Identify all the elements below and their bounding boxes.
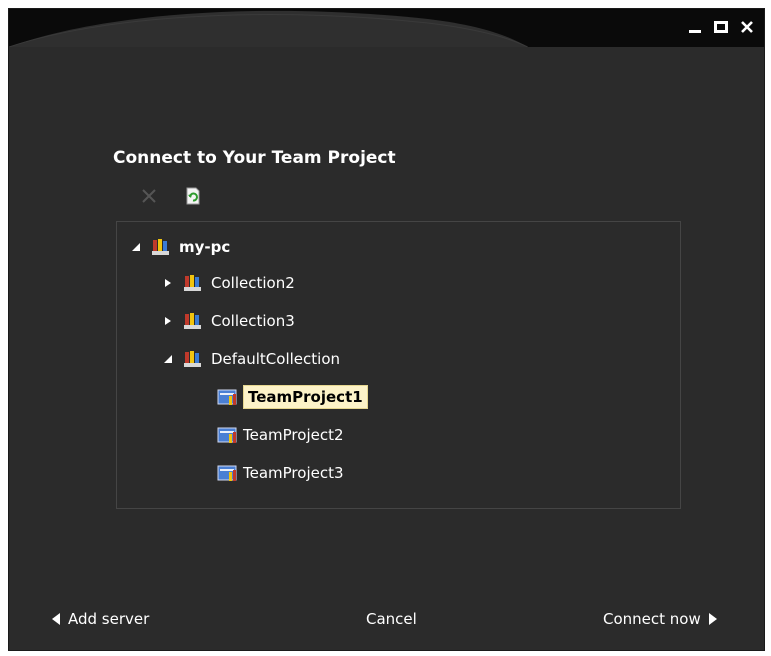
tree-node-label: TeamProject3: [243, 464, 344, 482]
tree-node-server[interactable]: my-pc: [127, 234, 230, 260]
minimize-icon[interactable]: [683, 15, 707, 39]
tree-node-project[interactable]: TeamProject2: [217, 422, 344, 448]
team-project-icon: [217, 464, 239, 482]
title-bar: [9, 9, 764, 47]
server-icon: [151, 237, 171, 257]
close-icon[interactable]: [735, 15, 759, 39]
maximize-icon[interactable]: [709, 15, 733, 39]
tree-node-collection[interactable]: DefaultCollection: [159, 346, 340, 372]
add-server-label: Add server: [68, 610, 150, 628]
tree-node-project[interactable]: TeamProject3: [217, 460, 344, 486]
connect-dialog-window: Connect to Your Team Project my-pc Colle…: [8, 8, 765, 651]
title-bar-decoration: [9, 10, 528, 47]
team-project-icon: [217, 388, 239, 406]
tree-node-collection[interactable]: Collection2: [159, 270, 295, 296]
cancel-button[interactable]: Cancel: [366, 610, 417, 628]
left-arrow-icon: [52, 613, 60, 625]
tree-node-label: Collection3: [211, 312, 295, 330]
collapsed-arrow-icon[interactable]: [159, 314, 177, 328]
right-arrow-icon: [708, 613, 717, 625]
connect-now-button[interactable]: Connect now: [603, 610, 719, 628]
collapsed-arrow-icon[interactable]: [159, 276, 177, 290]
expanded-arrow-icon[interactable]: [127, 240, 145, 254]
tree-node-label: Collection2: [211, 274, 295, 292]
add-server-button[interactable]: Add server: [50, 610, 149, 628]
tree-node-collection[interactable]: Collection3: [159, 308, 295, 334]
tree-node-project[interactable]: TeamProject1: [217, 384, 368, 410]
connect-now-label: Connect now: [603, 610, 701, 628]
tree-node-label: DefaultCollection: [211, 350, 341, 368]
tree-node-label: TeamProject1: [243, 385, 368, 409]
tree-node-label: TeamProject2: [243, 426, 344, 444]
collection-icon: [183, 273, 203, 293]
collection-icon: [183, 349, 203, 369]
refresh-icon[interactable]: [184, 187, 202, 205]
team-project-icon: [217, 426, 239, 444]
cancel-label: Cancel: [366, 610, 417, 628]
team-project-tree: my-pc Collection2 Collection3 DefaultCol…: [116, 221, 681, 509]
collection-icon: [183, 311, 203, 331]
dialog-title: Connect to Your Team Project: [113, 148, 396, 168]
expanded-arrow-icon[interactable]: [159, 352, 177, 366]
tree-node-label: my-pc: [179, 238, 231, 256]
delete-x-icon[interactable]: [140, 187, 158, 205]
